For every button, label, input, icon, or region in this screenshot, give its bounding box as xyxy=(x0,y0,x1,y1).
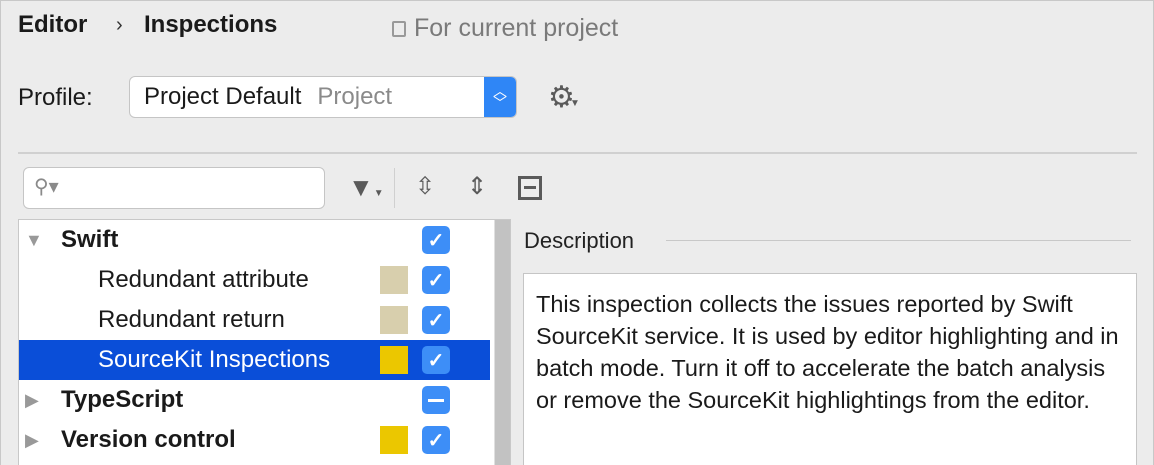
severity-color-swatch xyxy=(380,346,408,374)
inspection-tree[interactable]: ▼ Swift ✓ Redundant attribute ✓ Redundant ret… xyxy=(18,219,511,465)
checkbox[interactable]: ✓ xyxy=(422,346,450,374)
tree-row[interactable]: SourceKit Inspections ✓ xyxy=(19,340,490,380)
tree-row[interactable]: ▶ TypeScript xyxy=(19,380,490,420)
scope-label: For current project xyxy=(414,14,619,42)
profile-value: Project Default xyxy=(144,83,302,110)
triangle-right-icon[interactable]: ▶ xyxy=(25,430,39,451)
checkbox[interactable]: ✓ xyxy=(422,266,450,294)
description-title: Description xyxy=(524,228,635,253)
severity-color-swatch xyxy=(380,266,408,294)
search-icon: ⚲▾ xyxy=(34,176,59,198)
profile-scope: Project xyxy=(317,83,393,110)
profile-select[interactable]: Project Default Project ︿ ﹀ xyxy=(129,76,517,118)
tree-row-label: Redundant return xyxy=(98,306,285,333)
triangle-right-icon[interactable]: ▶ xyxy=(25,390,39,411)
checkbox[interactable]: ✓ xyxy=(422,306,450,334)
tree-row-label: SourceKit Inspections xyxy=(98,346,331,373)
tree-row-label: TypeScript xyxy=(61,386,184,413)
scope-indicator: For current project xyxy=(392,14,618,43)
checkbox[interactable]: ✓ xyxy=(422,226,450,254)
severity-color-swatch xyxy=(380,306,408,334)
severity-color-swatch xyxy=(380,426,408,454)
tree-row-label: Version control xyxy=(61,426,236,453)
tree-row[interactable]: Redundant return ✓ xyxy=(19,300,490,340)
divider xyxy=(666,240,1131,241)
breadcrumb-editor[interactable]: Editor xyxy=(18,11,87,39)
collapse-all-icon[interactable]: ⇕ xyxy=(467,172,487,201)
tree-row[interactable]: ▶ Version control ✓ xyxy=(19,420,490,460)
toolbar-separator xyxy=(394,168,395,208)
scrollbar[interactable] xyxy=(494,220,510,465)
breadcrumb-separator-icon: › xyxy=(116,14,123,36)
reset-icon[interactable] xyxy=(518,176,542,200)
triangle-down-icon[interactable]: ▼ xyxy=(25,230,43,251)
tree-row[interactable]: ▼ Swift ✓ xyxy=(19,220,490,260)
chevron-updown-icon: ︿ ﹀ xyxy=(484,77,516,117)
description-text: This inspection collects the issues repo… xyxy=(523,273,1137,465)
tree-row[interactable]: Redundant attribute ✓ xyxy=(19,260,490,300)
expand-all-icon[interactable]: ⇳ xyxy=(415,172,435,201)
checkbox[interactable]: ✓ xyxy=(422,426,450,454)
tree-row-label: Swift xyxy=(61,226,119,253)
profile-label: Profile: xyxy=(18,84,93,111)
search-input[interactable]: ⚲▾ xyxy=(23,167,325,209)
gear-icon[interactable]: ⚙ ▼ xyxy=(548,80,580,115)
filter-icon[interactable]: ▼▼ xyxy=(348,172,384,203)
page-title: Inspections xyxy=(144,11,278,38)
project-scope-icon xyxy=(392,20,406,37)
tree-row-label: Redundant attribute xyxy=(98,266,309,293)
divider xyxy=(18,152,1137,154)
partial-checkbox[interactable] xyxy=(422,386,450,414)
